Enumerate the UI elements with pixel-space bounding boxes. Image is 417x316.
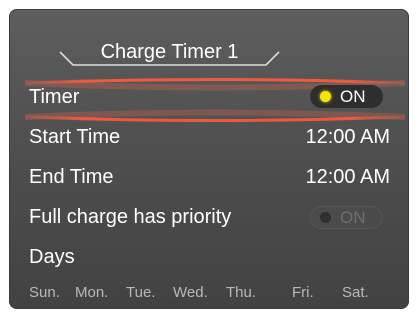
timer-toggle-label: ON (340, 87, 366, 106)
day-tue[interactable]: Tue. (126, 284, 155, 301)
end-time-row[interactable]: End Time 12:00 AM (9, 160, 409, 194)
charge-timer-screen: Charge Timer 1 Timer ON Start Time 12:00… (9, 9, 409, 309)
toggle-on-indicator-icon (320, 91, 331, 102)
day-thu[interactable]: Thu. (226, 284, 256, 301)
start-time-label: Start Time (29, 126, 121, 148)
page-title: Charge Timer 1 (100, 41, 239, 63)
end-time-value: 12:00 AM (305, 166, 390, 188)
title-tab: Charge Timer 1 (57, 19, 282, 74)
day-sat[interactable]: Sat. (342, 284, 369, 301)
day-sun[interactable]: Sun. (29, 284, 60, 301)
full-charge-toggle[interactable]: ON (310, 206, 383, 229)
day-fri[interactable]: Fri. (292, 284, 314, 301)
timer-toggle[interactable]: ON (310, 85, 383, 108)
day-mon[interactable]: Mon. (75, 284, 108, 301)
day-wed[interactable]: Wed. (173, 284, 208, 301)
start-time-row[interactable]: Start Time 12:00 AM (9, 120, 409, 154)
days-label: Days (29, 246, 75, 268)
start-time-value: 12:00 AM (305, 126, 390, 148)
timer-row[interactable]: Timer ON (9, 80, 409, 114)
days-row[interactable]: Days (9, 240, 409, 274)
full-charge-toggle-label: ON (340, 208, 366, 227)
full-charge-row[interactable]: Full charge has priority ON (9, 200, 409, 234)
full-charge-label: Full charge has priority (29, 206, 232, 228)
toggle-off-indicator-icon (320, 212, 331, 223)
timer-label: Timer (29, 86, 80, 108)
end-time-label: End Time (29, 166, 114, 188)
